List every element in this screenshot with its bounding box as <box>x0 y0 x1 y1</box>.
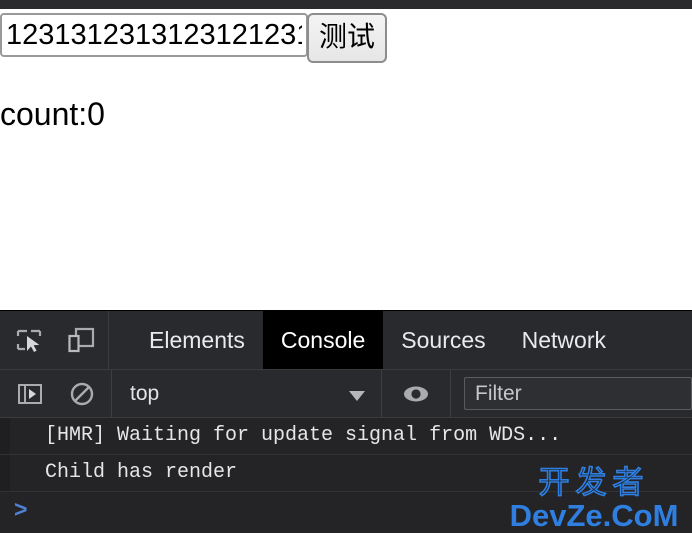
devtools-tab-list: Elements Console Sources Network <box>109 311 624 369</box>
devtools-panel: Elements Console Sources Network top Fil… <box>0 310 692 533</box>
tab-sources[interactable]: Sources <box>383 311 503 369</box>
console-message-list: [HMR] Waiting for update signal from WDS… <box>0 418 692 533</box>
devtools-tool-icons <box>0 311 109 369</box>
console-message-row[interactable]: Child has render <box>0 455 692 492</box>
device-toolbar-icon[interactable] <box>66 325 96 355</box>
web-page-viewport: 测试 count:0 <box>0 9 692 310</box>
tab-console[interactable]: Console <box>262 311 384 369</box>
console-toolbar: top Filter <box>0 370 692 418</box>
console-toolbar-icons <box>0 370 112 417</box>
console-row-gutter <box>0 455 10 491</box>
form-row: 测试 <box>0 13 388 63</box>
tab-elements[interactable]: Elements <box>131 311 263 369</box>
live-expression-eye-icon[interactable] <box>382 370 451 417</box>
clear-console-icon[interactable] <box>69 381 95 407</box>
console-context-selector[interactable]: top <box>112 370 382 417</box>
browser-chrome-edge <box>0 0 692 9</box>
console-filter-placeholder: Filter <box>475 381 522 405</box>
console-row-gutter <box>0 418 10 454</box>
tab-network[interactable]: Network <box>504 311 624 369</box>
chevron-down-icon <box>349 390 365 401</box>
console-context-value: top <box>130 381 160 405</box>
console-prompt-row[interactable]: > <box>0 492 692 526</box>
console-message-row[interactable]: [HMR] Waiting for update signal from WDS… <box>0 418 692 455</box>
text-input[interactable] <box>0 13 308 57</box>
test-button[interactable]: 测试 <box>307 13 388 63</box>
count-display: count:0 <box>0 96 105 132</box>
console-filter-input[interactable]: Filter <box>464 377 692 410</box>
console-message-text: Child has render <box>45 461 238 484</box>
devtools-tabbar: Elements Console Sources Network <box>0 311 692 370</box>
inspect-element-icon[interactable] <box>14 325 44 355</box>
console-message-text: [HMR] Waiting for update signal from WDS… <box>45 424 562 447</box>
console-sidebar-icon[interactable] <box>17 381 43 407</box>
screenshot-root: 测试 count:0 <box>0 0 692 533</box>
console-prompt-icon: > <box>14 495 28 522</box>
